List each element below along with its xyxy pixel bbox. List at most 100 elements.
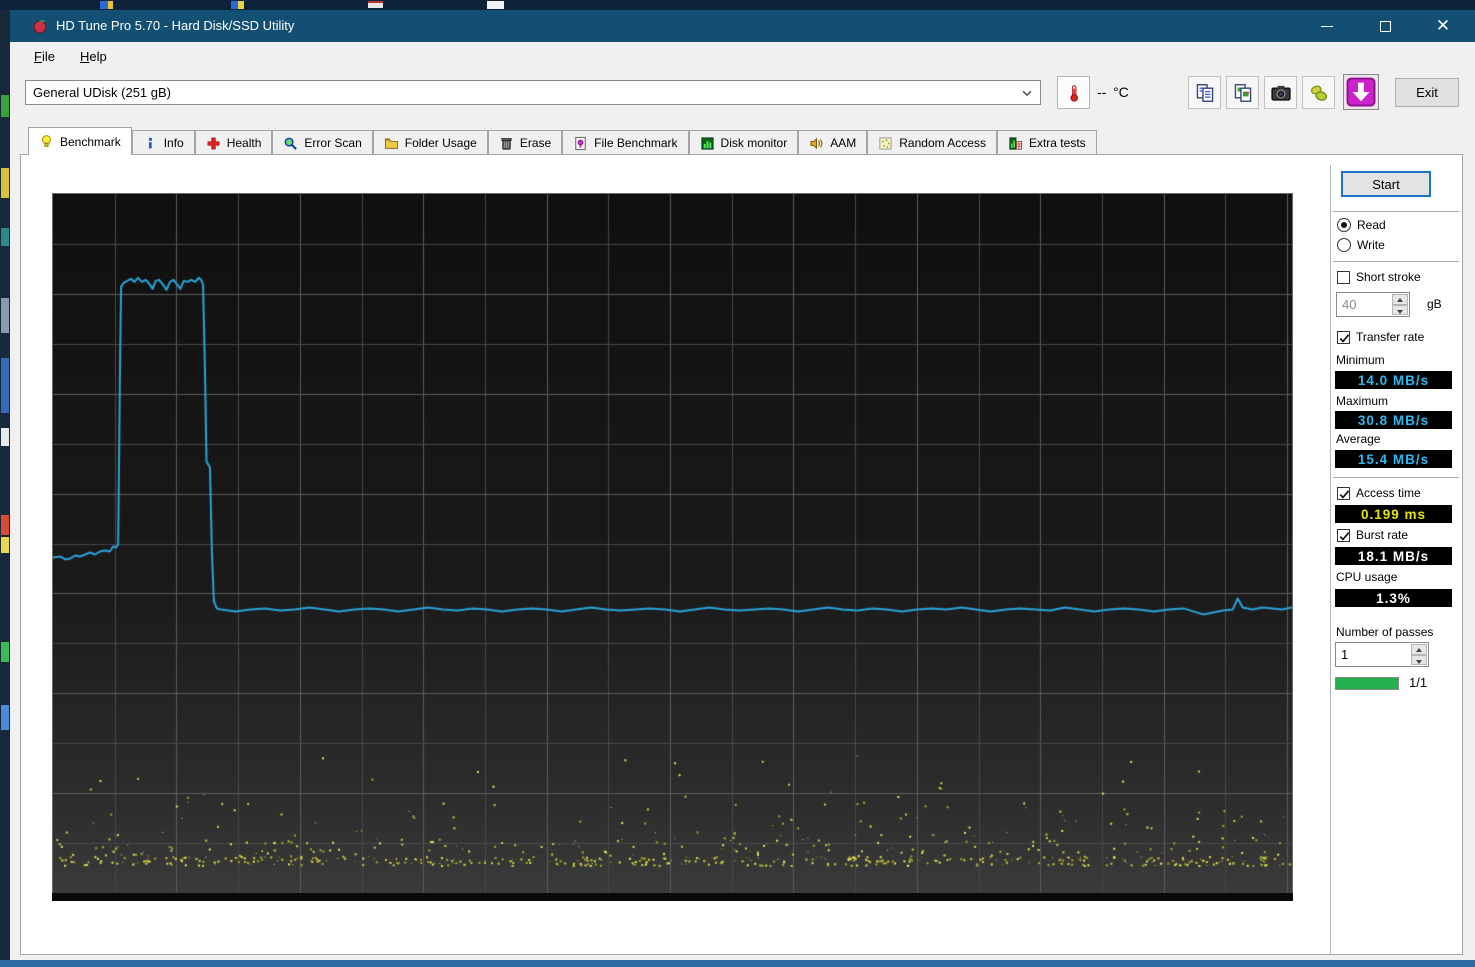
info-icon <box>143 136 158 151</box>
desktop-icon-fragment <box>1 358 9 413</box>
background-app-icon <box>368 1 383 8</box>
access-time-label: Access time <box>1356 486 1421 500</box>
thermometer-icon <box>1065 81 1083 105</box>
tab-extra-tests[interactable]: Extra tests <box>996 130 1097 155</box>
tab-label: Benchmark <box>60 134 121 149</box>
minimum-value: 14.0 MB/s <box>1335 371 1452 389</box>
camera-icon <box>1270 82 1292 104</box>
read-radio-label: Read <box>1357 218 1386 232</box>
tab-aam[interactable]: AAM <box>798 130 868 155</box>
short-stroke-unit-label: gB <box>1427 297 1442 311</box>
tab-erase[interactable]: Erase <box>487 130 563 155</box>
start-button-label: Start <box>1372 176 1400 192</box>
pass-progress-fill <box>1336 678 1398 689</box>
number-of-passes-value: 1 <box>1341 647 1349 662</box>
menu-bar: File Help <box>10 42 1475 70</box>
drive-select-dropdown[interactable]: General UDisk (251 gB) <box>25 80 1041 105</box>
start-button[interactable]: Start <box>1341 171 1431 197</box>
burst-rate-row[interactable]: Burst rate <box>1337 528 1408 542</box>
tab-label: File Benchmark <box>594 136 678 150</box>
transfer-rate-label: Transfer rate <box>1356 330 1425 344</box>
trash-icon <box>499 136 514 151</box>
short-stroke-row[interactable]: Short stroke <box>1337 270 1421 284</box>
spinner-down-button[interactable] <box>1411 654 1427 665</box>
desktop-icon-fragment <box>1 428 9 446</box>
maximum-value: 30.8 MB/s <box>1335 411 1452 429</box>
access-time-row[interactable]: Access time <box>1337 486 1421 500</box>
average-value: 15.4 MB/s <box>1335 450 1452 468</box>
save-results-button[interactable] <box>1302 76 1335 109</box>
burst-rate-checkbox[interactable] <box>1337 528 1350 542</box>
desktop-top-strip <box>0 0 1475 10</box>
file-bulb-icon <box>573 136 588 151</box>
short-stroke-size-value: 40 <box>1342 297 1357 312</box>
desktop-icon-fragment <box>1 642 9 662</box>
drive-select-value: General UDisk (251 gB) <box>33 85 171 100</box>
desktop-bottom-strip <box>0 960 1475 967</box>
tab-random-access[interactable]: Random Access <box>867 130 997 155</box>
desktop-icon-fragment <box>1 168 9 198</box>
cpu-usage-label: CPU usage <box>1336 570 1398 584</box>
background-app-icon <box>487 1 504 9</box>
write-radio[interactable] <box>1337 238 1351 252</box>
menu-help[interactable]: Help <box>72 46 115 67</box>
access-time-checkbox[interactable] <box>1337 486 1350 500</box>
desktop-left-strip <box>0 10 10 960</box>
background-app-icon <box>231 1 244 9</box>
speaker-icon <box>809 136 824 151</box>
temperature-value: -- <box>1097 84 1107 100</box>
transfer-rate-checkbox[interactable] <box>1337 330 1350 344</box>
tab-folder-usage[interactable]: Folder Usage <box>372 130 488 155</box>
update-download-button[interactable] <box>1343 74 1379 110</box>
x-axis-bar <box>52 893 1293 901</box>
copy-image-button[interactable] <box>1226 76 1259 109</box>
tab-label: Folder Usage <box>404 136 477 150</box>
blobs-icon <box>1308 82 1330 104</box>
window-title: HD Tune Pro 5.70 - Hard Disk/SSD Utility <box>56 18 295 33</box>
tab-disk-monitor[interactable]: Disk monitor <box>688 130 799 155</box>
short-stroke-checkbox[interactable] <box>1337 270 1350 284</box>
tab-bar: Benchmark Info Health Error Scan Folder Usag… <box>28 127 1097 155</box>
tab-health[interactable]: Health <box>194 130 273 155</box>
tab-info[interactable]: Info <box>131 130 195 155</box>
tab-label: Info <box>163 136 184 150</box>
spinner-down-button[interactable] <box>1392 304 1408 315</box>
tab-label: Error Scan <box>304 136 362 150</box>
download-arrow-icon <box>1346 77 1376 107</box>
benchmark-plot <box>52 193 1293 893</box>
read-radio-row[interactable]: Read <box>1337 218 1386 232</box>
minimize-button[interactable] <box>1304 10 1350 42</box>
number-of-passes-spinner[interactable]: 1 <box>1335 642 1429 667</box>
random-dots-icon <box>878 136 893 151</box>
copy-text-button[interactable] <box>1188 76 1221 109</box>
tab-error-scan[interactable]: Error Scan <box>272 130 373 155</box>
desktop-icon-fragment <box>1 515 9 535</box>
tab-label: Random Access <box>899 136 986 150</box>
screenshot-button[interactable] <box>1264 76 1297 109</box>
maximize-button[interactable] <box>1362 10 1408 42</box>
spinner-up-button[interactable] <box>1392 294 1408 305</box>
panel-separator <box>1333 477 1459 478</box>
exit-button[interactable]: Exit <box>1395 78 1459 107</box>
title-bar: HD Tune Pro 5.70 - Hard Disk/SSD Utility… <box>10 10 1475 42</box>
spinner-up-button[interactable] <box>1411 644 1427 655</box>
write-radio-row[interactable]: Write <box>1337 238 1385 252</box>
close-button[interactable]: ✕ <box>1420 10 1466 42</box>
desktop-icon-fragment <box>1 228 9 246</box>
tab-label: Health <box>226 136 262 150</box>
folder-icon <box>384 136 399 151</box>
average-label: Average <box>1336 432 1381 446</box>
number-of-passes-label: Number of passes <box>1336 625 1434 639</box>
transfer-rate-row[interactable]: Transfer rate <box>1337 330 1424 344</box>
panel-divider <box>1330 165 1331 955</box>
tab-benchmark[interactable]: Benchmark <box>28 127 132 155</box>
desktop-icon-fragment <box>1 705 9 730</box>
read-radio[interactable] <box>1337 218 1351 232</box>
desktop-icon-fragment <box>1 537 9 553</box>
tab-file-benchmark[interactable]: File Benchmark <box>562 130 689 155</box>
short-stroke-size-spinner[interactable]: 40 <box>1336 292 1410 317</box>
app-logo-icon <box>32 18 48 34</box>
background-app-icon <box>100 1 113 9</box>
menu-file[interactable]: File <box>26 46 63 67</box>
temperature-button[interactable] <box>1057 76 1090 109</box>
